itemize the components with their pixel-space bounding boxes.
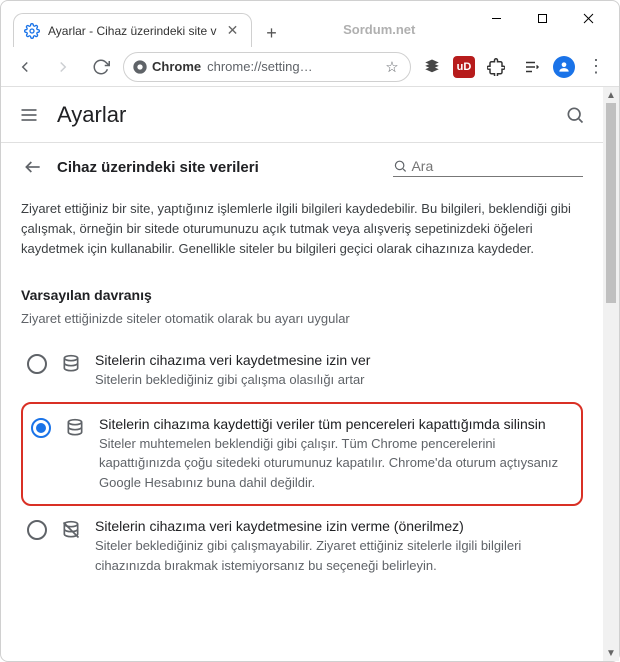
back-button[interactable] <box>9 51 41 83</box>
page-description: Ziyaret ettiğiniz bir site, yaptığınız i… <box>21 199 583 259</box>
option-title: Sitelerin cihazıma veri kaydetmesine izi… <box>95 352 577 368</box>
menu-icon[interactable] <box>17 103 41 127</box>
url-text: chrome://setting… <box>207 59 376 74</box>
extensions-puzzle-icon[interactable] <box>481 52 511 82</box>
radio-button[interactable] <box>27 520 47 540</box>
inline-search[interactable] <box>393 158 583 177</box>
close-tab-icon[interactable]: ✕ <box>225 23 241 39</box>
option-title: Sitelerin cihazıma veri kaydetmesine izi… <box>95 518 577 534</box>
search-icon <box>393 158 407 174</box>
database-blocked-icon <box>61 520 81 540</box>
chrome-menu-icon[interactable]: ⋮ <box>581 52 611 82</box>
settings-favicon-icon <box>24 23 40 39</box>
search-input[interactable] <box>411 158 583 174</box>
database-icon <box>65 418 85 438</box>
buffer-extension-icon[interactable] <box>417 52 447 82</box>
vertical-scrollbar[interactable]: ▲ ▼ <box>603 87 619 661</box>
page-title: Cihaz üzerindeki site verileri <box>57 159 381 176</box>
reload-button[interactable] <box>85 51 117 83</box>
forward-button[interactable] <box>47 51 79 83</box>
option-title: Sitelerin cihazıma kaydettiği veriler tü… <box>99 416 573 432</box>
minimize-button[interactable] <box>473 3 519 33</box>
scroll-up-arrow-icon[interactable]: ▲ <box>606 87 616 103</box>
option-desc: Siteler beklediğiniz gibi çalışmayabilir… <box>95 536 577 575</box>
new-tab-button[interactable]: + <box>258 19 286 47</box>
close-window-button[interactable] <box>565 3 611 33</box>
chrome-chip: Chrome <box>132 59 201 75</box>
header-search-icon[interactable] <box>563 103 587 127</box>
scroll-down-arrow-icon[interactable]: ▼ <box>606 645 616 661</box>
settings-content: Ayarlar Cihaz üzerindeki site verileri Z… <box>1 87 603 661</box>
watermark: Sordum.net <box>286 22 473 47</box>
section-subtitle: Ziyaret ettiğinizde siteler otomatik ola… <box>21 311 583 326</box>
radio-button[interactable] <box>31 418 51 438</box>
browser-toolbar: Chrome chrome://setting… ☆ uD ⋮ <box>1 47 619 87</box>
sub-header: Cihaz üzerindeki site verileri <box>21 155 583 179</box>
maximize-button[interactable] <box>519 3 565 33</box>
back-arrow-icon[interactable] <box>21 155 45 179</box>
database-icon <box>61 354 81 374</box>
address-bar[interactable]: Chrome chrome://setting… ☆ <box>123 52 411 82</box>
scroll-thumb[interactable] <box>606 103 616 303</box>
section-title: Varsayılan davranış <box>21 287 583 303</box>
app-title: Ayarlar <box>57 102 547 128</box>
tab-title: Ayarlar - Cihaz üzerindeki site v <box>48 24 217 38</box>
option-clear-on-close[interactable]: Sitelerin cihazıma kaydettiği veriler tü… <box>21 402 583 507</box>
browser-tab[interactable]: Ayarlar - Cihaz üzerindeki site v ✕ <box>13 13 252 47</box>
option-desc: Siteler muhtemelen beklendiği gibi çalış… <box>99 434 573 493</box>
window-titlebar: Ayarlar - Cihaz üzerindeki site v ✕ + So… <box>1 1 619 47</box>
reading-list-icon[interactable] <box>517 52 547 82</box>
option-block-save[interactable]: Sitelerin cihazıma veri kaydetmesine izi… <box>21 506 583 587</box>
ublock-extension-icon[interactable]: uD <box>453 56 475 78</box>
option-allow-save[interactable]: Sitelerin cihazıma veri kaydetmesine izi… <box>21 340 583 402</box>
option-desc: Sitelerin beklediğiniz gibi çalışma olas… <box>95 370 577 390</box>
radio-button[interactable] <box>27 354 47 374</box>
window-controls <box>473 3 611 33</box>
app-header: Ayarlar <box>1 87 603 143</box>
bookmark-star-icon[interactable]: ☆ <box>382 58 402 76</box>
profile-avatar[interactable] <box>553 56 575 78</box>
chrome-chip-label: Chrome <box>152 59 201 74</box>
